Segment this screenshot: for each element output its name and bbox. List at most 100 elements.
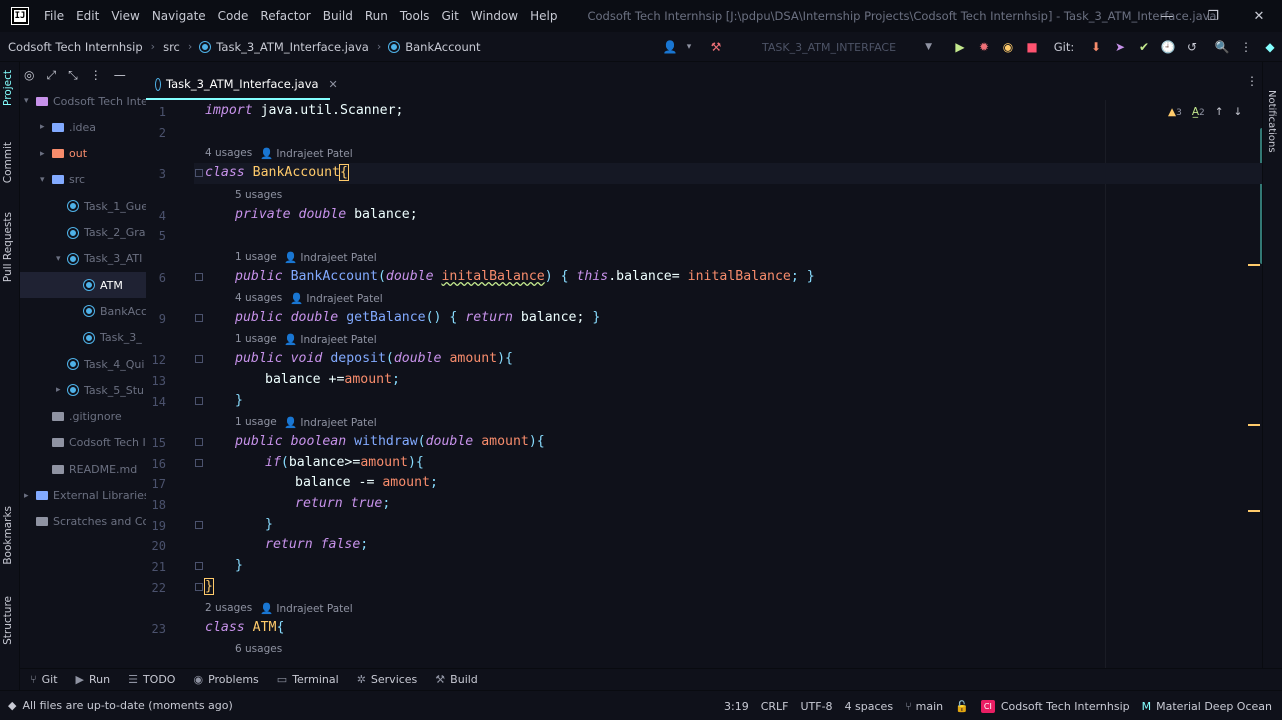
- author-hint[interactable]: 👤 Indrajeet Patel: [284, 251, 377, 264]
- tree-item[interactable]: .gitignore: [20, 404, 122, 430]
- run-tool-button[interactable]: ▶ Run: [76, 673, 111, 686]
- warning-marker[interactable]: [1248, 424, 1260, 426]
- chevron-down-icon[interactable]: ▾: [40, 175, 52, 185]
- author-hint[interactable]: 👤 Indrajeet Patel: [260, 147, 353, 160]
- author-hint[interactable]: 👤 Indrajeet Patel: [284, 416, 377, 429]
- menu-run[interactable]: Run: [359, 9, 394, 23]
- usages-hint[interactable]: 1 usage: [235, 416, 277, 428]
- options-icon[interactable]: ⋮: [90, 68, 102, 82]
- menu-view[interactable]: View: [105, 9, 145, 23]
- code-with-me-icon[interactable]: ◆: [1258, 32, 1282, 62]
- tab-task-3-atm-interface[interactable]: Task_3_ATM_Interface.java ✕: [146, 70, 338, 100]
- restore-icon[interactable]: ❐: [1190, 0, 1236, 32]
- status-toggle-icon[interactable]: ◆: [8, 699, 16, 712]
- menu-help[interactable]: Help: [524, 9, 563, 23]
- todo-tool-button[interactable]: ☰ TODO: [128, 673, 175, 686]
- breadcrumb-src[interactable]: src: [163, 40, 180, 54]
- tree-item[interactable]: ▸ .idea: [20, 114, 96, 140]
- tree-item[interactable]: Scratches and Co: [20, 509, 146, 535]
- inspection-widget[interactable]: ▲3 A̲2 ↑ ↓: [1168, 106, 1242, 118]
- theme-widget[interactable]: M Material Deep Ocean: [1142, 700, 1272, 713]
- chevron-right-icon[interactable]: ▸: [24, 491, 36, 501]
- previous-highlight-icon[interactable]: ↑: [1215, 106, 1224, 118]
- structure-tool-tab[interactable]: Structure: [2, 596, 14, 645]
- locate-file-icon[interactable]: ◎: [24, 68, 34, 82]
- minimize-icon[interactable]: —: [1144, 0, 1190, 32]
- notifications-tool-tab[interactable]: Notifications: [1266, 90, 1277, 153]
- intellij-logo-icon[interactable]: IJ: [11, 7, 29, 25]
- fold-icon[interactable]: [195, 397, 203, 405]
- git-update-icon[interactable]: ⬇: [1084, 32, 1108, 62]
- tree-item[interactable]: ▾ Task_3_ATI: [20, 246, 142, 272]
- pull-requests-tool-tab[interactable]: Pull Requests: [2, 212, 14, 282]
- menu-edit[interactable]: Edit: [70, 9, 105, 23]
- fold-icon[interactable]: [195, 273, 203, 281]
- hide-panel-icon[interactable]: —: [114, 68, 126, 82]
- commit-tool-tab[interactable]: Commit: [2, 142, 14, 183]
- warning-marker[interactable]: [1248, 510, 1260, 512]
- git-branch-widget[interactable]: ⑂ main: [905, 700, 943, 713]
- menu-file[interactable]: File: [38, 9, 70, 23]
- fold-icon[interactable]: [195, 459, 203, 467]
- history-icon[interactable]: 🕘: [1156, 32, 1180, 62]
- git-push-icon[interactable]: ➤: [1108, 32, 1132, 62]
- tab-options-icon[interactable]: ⋮: [1246, 74, 1258, 88]
- fold-icon[interactable]: [195, 438, 203, 446]
- usages-hint[interactable]: 6 usages: [235, 643, 282, 655]
- run-configuration-select[interactable]: TASK_3_ATM_INTERFACE ▼: [728, 36, 938, 58]
- more-options-icon[interactable]: ⋮: [1234, 32, 1258, 62]
- author-hint[interactable]: 👤 Indrajeet Patel: [290, 292, 383, 305]
- caret-position[interactable]: 3:19: [724, 700, 749, 713]
- tree-item[interactable]: Task_3_: [20, 325, 142, 351]
- fold-icon[interactable]: [195, 314, 203, 322]
- git-commit-icon[interactable]: ✔: [1132, 32, 1156, 62]
- services-tool-button[interactable]: ✲ Services: [357, 673, 418, 686]
- fold-icon[interactable]: [195, 169, 203, 177]
- chevron-right-icon[interactable]: ▸: [40, 122, 52, 132]
- usages-hint[interactable]: 5 usages: [235, 189, 282, 201]
- tree-item[interactable]: ▸ Task_5_Stu: [20, 377, 144, 403]
- tree-item[interactable]: Codsoft Tech I: [20, 430, 146, 456]
- usages-hint[interactable]: 1 usage: [235, 333, 277, 345]
- chevron-right-icon[interactable]: ▸: [40, 149, 52, 159]
- stop-icon[interactable]: ■: [1020, 32, 1044, 62]
- indent-setting[interactable]: 4 spaces: [845, 700, 894, 713]
- author-hint[interactable]: 👤 Indrajeet Patel: [284, 333, 377, 346]
- problems-tool-button[interactable]: ◉ Problems: [193, 673, 258, 686]
- breadcrumb-class[interactable]: BankAccount: [405, 40, 480, 54]
- tree-item[interactable]: Task_1_Gue: [20, 193, 146, 219]
- fold-icon[interactable]: [195, 521, 203, 529]
- usages-hint[interactable]: 4 usages: [235, 292, 282, 304]
- tree-item[interactable]: ▾ src: [20, 167, 85, 193]
- tree-item[interactable]: Task_4_Qui: [20, 351, 144, 377]
- breadcrumb-project[interactable]: Codsoft Tech Internhsip: [8, 40, 143, 54]
- menu-git[interactable]: Git: [435, 9, 464, 23]
- fold-icon[interactable]: [195, 583, 203, 591]
- rollback-icon[interactable]: ↺: [1180, 32, 1204, 62]
- lock-icon[interactable]: 🔓: [955, 700, 969, 713]
- code-editor[interactable]: ▲3 A̲2 ↑ ↓ 1 import java.util.Scanner; 2…: [146, 100, 1282, 668]
- usages-hint[interactable]: 1 usage: [235, 251, 277, 263]
- tree-item[interactable]: ATM: [20, 272, 146, 299]
- next-highlight-icon[interactable]: ↓: [1234, 106, 1243, 118]
- file-encoding[interactable]: UTF-8: [800, 700, 832, 713]
- terminal-tool-button[interactable]: ▭ Terminal: [277, 673, 339, 686]
- chevron-down-icon[interactable]: ▾: [56, 254, 68, 264]
- chevron-down-icon[interactable]: ▾: [24, 96, 36, 106]
- usages-hint[interactable]: 2 usages: [205, 602, 252, 614]
- warning-marker[interactable]: [1248, 264, 1260, 266]
- expand-all-icon[interactable]: ⤢: [46, 68, 56, 83]
- git-tool-button[interactable]: ⑂ Git: [30, 673, 58, 686]
- project-widget[interactable]: CI Codsoft Tech Internhsip: [980, 699, 1130, 713]
- breadcrumb-file[interactable]: Task_3_ATM_Interface.java: [216, 40, 369, 54]
- chevron-right-icon[interactable]: ▸: [56, 385, 68, 395]
- close-window-icon[interactable]: ✕: [1236, 0, 1282, 32]
- menu-code[interactable]: Code: [212, 9, 255, 23]
- menu-build[interactable]: Build: [317, 9, 359, 23]
- build-tool-button[interactable]: ⚒ Build: [435, 673, 478, 686]
- menu-tools[interactable]: Tools: [394, 9, 436, 23]
- author-hint[interactable]: 👤 Indrajeet Patel: [260, 602, 353, 615]
- menu-window[interactable]: Window: [465, 9, 524, 23]
- tree-item[interactable]: README.md: [20, 456, 137, 482]
- tree-item[interactable]: ▸ External Libraries: [20, 483, 146, 509]
